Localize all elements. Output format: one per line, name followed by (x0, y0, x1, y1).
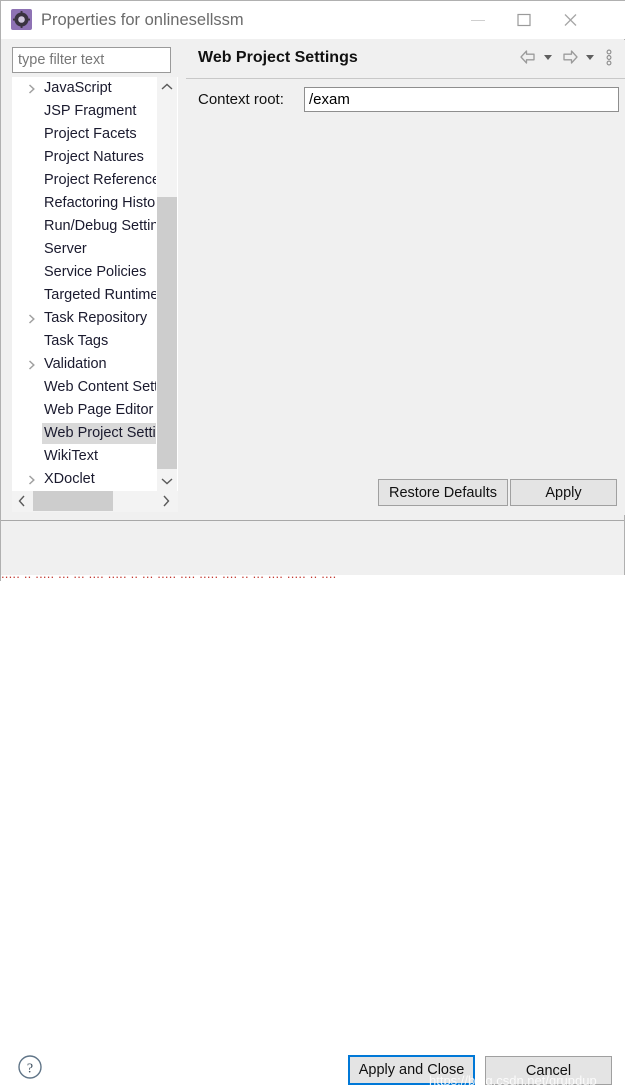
arrow-left-icon[interactable] (518, 48, 538, 68)
tree-item[interactable]: JavaScript (12, 77, 164, 100)
tree-item-label: Web Page Editor (44, 402, 154, 418)
settings-panel: Web Project Settings Context root: /exam (186, 40, 625, 515)
tree-vertical-scroll-thumb[interactable] (157, 197, 177, 469)
tree-item[interactable]: WikiText (12, 445, 164, 468)
tree-item[interactable]: Run/Debug Settings (12, 215, 164, 238)
tree-item[interactable]: XDoclet (12, 468, 164, 491)
window-title: Properties for onlinesellssm (41, 11, 244, 29)
tree-item[interactable]: Task Repository (12, 307, 164, 330)
tree-item[interactable]: Web Content Settings (12, 376, 164, 399)
scroll-right-icon[interactable] (156, 491, 176, 511)
properties-dialog: Properties for onlinesellssm JavaScriptJ… (0, 0, 625, 1088)
tree-item-label: Project References (44, 172, 164, 188)
scroll-up-icon[interactable] (157, 77, 177, 97)
context-root-label: Context root: (198, 91, 284, 108)
dialog-footer: ? Apply and Close Cancel https://blog.cs… (1, 521, 624, 1088)
scroll-left-icon[interactable] (12, 491, 32, 511)
svg-text:?: ? (27, 1062, 33, 1077)
question-mark-circle-icon[interactable]: ? (17, 1054, 43, 1080)
tree-vertical-scrollbar[interactable] (156, 77, 177, 491)
tree-item-label: Web Content Settings (44, 379, 164, 395)
tree-item-label: Task Tags (44, 333, 109, 349)
tree-item[interactable]: Task Tags (12, 330, 164, 353)
tree-item[interactable]: Project Facets (12, 123, 164, 146)
tree-item-label: Validation (44, 356, 107, 372)
tree-item[interactable]: Project References (12, 169, 164, 192)
tree-item-label: Refactoring History (44, 195, 164, 211)
tree-item-label: Project Natures (44, 149, 144, 165)
tree-item[interactable]: Refactoring History (12, 192, 164, 215)
tree-item[interactable]: Web Project Settings (12, 422, 164, 445)
properties-gear-icon (11, 9, 32, 30)
tree-horizontal-scrollbar[interactable] (12, 491, 178, 512)
settings-tree[interactable]: JavaScript JSP Fragment Project Facets Proj… (12, 77, 178, 491)
tree-item-label: JavaScript (44, 80, 112, 96)
chevron-down-icon[interactable] (583, 48, 597, 68)
chevron-right-icon[interactable] (26, 307, 38, 330)
arrow-right-icon[interactable] (560, 48, 580, 68)
tree-item-label: Targeted Runtimes (44, 287, 164, 303)
chevron-right-icon[interactable] (26, 468, 38, 491)
tree-item-label: XDoclet (44, 471, 95, 487)
tree-item[interactable]: Server (12, 238, 164, 261)
panel-divider (186, 78, 625, 79)
tree-item[interactable]: Validation (12, 353, 164, 376)
watermark-text: https://blog.csdn.net/grupdup (429, 1073, 597, 1088)
tree-item-label: Server (44, 241, 87, 257)
context-root-input[interactable] (304, 87, 619, 112)
settings-tree-list: JavaScript JSP Fragment Project Facets Proj… (12, 77, 164, 491)
chevron-right-icon[interactable] (26, 353, 38, 376)
tree-item-label: Service Policies (44, 264, 147, 280)
tree-item-label: JSP Fragment (44, 103, 137, 119)
filter-input[interactable] (12, 47, 171, 73)
close-icon[interactable] (548, 1, 594, 39)
tree-item-label: Run/Debug Settings (44, 218, 164, 234)
tree-item[interactable]: JSP Fragment (12, 100, 164, 123)
tree-item-label: Web Project Settings (42, 423, 164, 444)
restore-defaults-button[interactable]: Restore Defaults (378, 479, 508, 506)
page-title: Web Project Settings (198, 49, 358, 66)
scroll-down-icon[interactable] (157, 471, 177, 491)
tree-horizontal-scroll-thumb[interactable] (33, 491, 113, 511)
tree-item[interactable]: Targeted Runtimes (12, 284, 164, 307)
chevron-right-icon[interactable] (26, 77, 38, 100)
vertical-dots-icon[interactable] (604, 48, 614, 68)
background-bleed-text: ..... .. ..... ... ... .... ..... .. ...… (1, 575, 625, 581)
tree-item[interactable]: Project Natures (12, 146, 164, 169)
title-bar: Properties for onlinesellssm (1, 1, 625, 39)
tree-item-label: Task Repository (44, 310, 148, 326)
maximize-icon[interactable] (502, 1, 548, 39)
minimize-icon[interactable] (456, 1, 502, 39)
chevron-down-icon[interactable] (541, 48, 555, 68)
tree-item[interactable]: Service Policies (12, 261, 164, 284)
tree-item[interactable]: Web Page Editor (12, 399, 164, 422)
apply-button[interactable]: Apply (510, 479, 617, 506)
tree-item-label: Project Facets (44, 126, 137, 142)
tree-item-label: WikiText (44, 448, 98, 464)
